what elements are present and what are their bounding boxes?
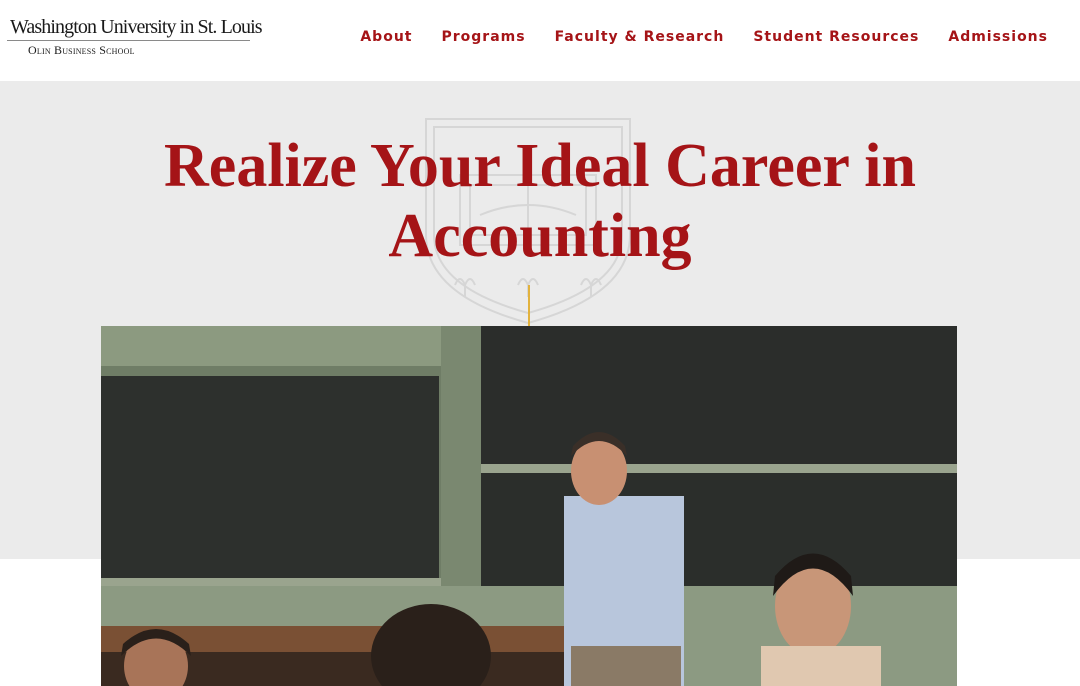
logo-divider [7, 40, 250, 41]
page-title: Realize Your Ideal Career in Accounting [164, 132, 916, 270]
main-nav: About Programs Faculty & Research Studen… [360, 27, 1048, 47]
logo-wordmark: Washington University in St. Louis [7, 14, 263, 40]
nav-programs[interactable]: Programs [441, 27, 525, 47]
nav-faculty-research[interactable]: Faculty & Research [555, 27, 725, 47]
classroom-photo [101, 326, 957, 686]
site-header: Washington University in St. Louis Olin … [0, 0, 1080, 81]
nav-student-resources[interactable]: Student Resources [753, 27, 919, 47]
nav-about[interactable]: About [360, 27, 412, 47]
university-name: Washington University in St. Louis [10, 16, 263, 38]
university-logo[interactable]: Washington University in St. Louis Olin … [7, 14, 263, 60]
nav-admissions[interactable]: Admissions [948, 27, 1048, 47]
school-name: Olin Business School [28, 43, 135, 57]
